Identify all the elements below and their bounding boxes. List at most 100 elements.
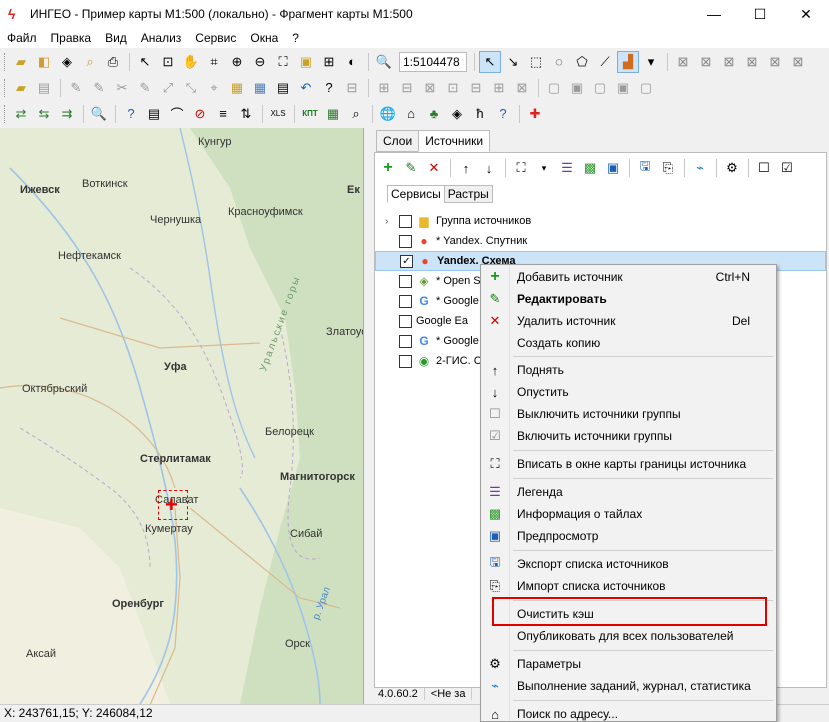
menu-edit[interactable]: ✎ Редактировать — [481, 288, 776, 310]
snap-4-icon[interactable]: ⊠ — [741, 51, 763, 73]
expand-icon[interactable]: › — [385, 216, 399, 227]
object-props-icon[interactable]: ▤ — [33, 77, 55, 99]
tool-j-icon[interactable]: ▣ — [566, 77, 588, 99]
tiles-info-icon[interactable]: ▩ — [579, 157, 601, 179]
snap-1-icon[interactable]: ⊠ — [672, 51, 694, 73]
fit-bounds-toolbar-icon[interactable]: ⛶ — [510, 157, 532, 179]
select-arrow-icon[interactable]: ↖ — [479, 50, 501, 73]
menu-move-down[interactable]: ↓ Опустить — [481, 381, 776, 403]
menu-fit-bounds[interactable]: ⛶ Вписать в окне карты границы источника — [481, 453, 776, 475]
checkbox[interactable] — [399, 234, 412, 248]
snap-5-icon[interactable]: ⊠ — [764, 51, 786, 73]
scale-zoom-icon[interactable]: 🔍 — [373, 51, 395, 73]
edit-2-icon[interactable]: ✎ — [88, 77, 110, 99]
activity-toolbar-icon[interactable]: ⌁ — [689, 157, 711, 179]
menu-tiles-info[interactable]: ▩ Информация о тайлах — [481, 503, 776, 525]
menu-parameters[interactable]: ⚙ Параметры — [481, 653, 776, 675]
checkbox[interactable] — [399, 354, 412, 368]
magnifier-icon[interactable]: 🔍 — [88, 103, 110, 125]
height-icon[interactable]: ħ — [469, 103, 491, 125]
checkbox[interactable] — [399, 274, 412, 288]
menu-import-list[interactable]: ⎘ Импорт списка источников — [481, 575, 776, 597]
dropdown-small-icon[interactable]: ▾ — [533, 157, 555, 179]
snap-3-icon[interactable]: ⊠ — [718, 51, 740, 73]
toolbar-grip-2[interactable] — [4, 78, 7, 97]
zoom-layer-icon[interactable]: ▣ — [295, 51, 317, 73]
style-palette-icon[interactable]: ▟ — [617, 50, 639, 73]
tool-f-icon[interactable]: ⊟ — [465, 77, 487, 99]
xls-export-icon[interactable]: XLS — [267, 103, 289, 125]
menu-preview[interactable]: ▣ Предпросмотр — [481, 525, 776, 547]
menu-help[interactable]: ? — [285, 31, 306, 45]
tool-i-icon[interactable]: ▢ — [543, 77, 565, 99]
select-rect-icon[interactable]: ⬚ — [525, 51, 547, 73]
edit-7-icon[interactable]: ⌖ — [203, 77, 225, 99]
undo-icon[interactable]: ↶ — [295, 77, 317, 99]
query-icon[interactable]: ? — [120, 103, 142, 125]
menu-move-up[interactable]: ↑ Поднять — [481, 359, 776, 381]
checkbox[interactable] — [399, 214, 412, 228]
kpt-icon[interactable]: КПТ — [299, 103, 321, 125]
checkbox[interactable] — [399, 314, 412, 328]
table-icon[interactable]: ▦ — [249, 77, 271, 99]
tool-e-icon[interactable]: ⊡ — [442, 77, 464, 99]
move-up-icon[interactable]: ↑ — [455, 157, 477, 179]
menu-add-source[interactable]: + Добавить источник Ctrl+N — [481, 266, 776, 288]
maximize-button[interactable]: ☐ — [737, 0, 783, 28]
measure-icon[interactable]: ⌒ — [166, 103, 188, 125]
menu-create-copy[interactable]: Создать копию — [481, 332, 776, 354]
layers-icon[interactable]: ◈ — [56, 51, 78, 73]
uncheck-all-icon[interactable]: ☐ — [753, 157, 775, 179]
help-icon[interactable]: ? — [492, 103, 514, 125]
attributes-icon[interactable]: ≡ — [212, 103, 234, 125]
layers-open-icon[interactable]: ◧ — [33, 51, 55, 73]
add-source-icon[interactable]: + — [377, 157, 399, 179]
export-toolbar-icon[interactable]: 🖫 — [634, 157, 656, 179]
edit-1-icon[interactable]: ✎ — [65, 77, 87, 99]
move-1-icon[interactable]: ⇄ — [10, 103, 32, 125]
checkbox[interactable] — [399, 294, 412, 308]
zoom-in-icon[interactable]: ⊕ — [226, 51, 248, 73]
snap-2-icon[interactable]: ⊠ — [695, 51, 717, 73]
search-tool-icon[interactable]: ⌕ — [345, 103, 367, 125]
fill-icon[interactable]: ◐ — [341, 51, 363, 73]
navigate-icon[interactable]: ◈ — [446, 103, 468, 125]
menu-publish-all[interactable]: Опубликовать для всех пользователей — [481, 625, 776, 647]
map-view[interactable]: Кунгур Ижевск Воткинск Чернушка Красноуф… — [0, 128, 364, 704]
tool-k-icon[interactable]: ▢ — [589, 77, 611, 99]
menu-export-list[interactable]: 🖫 Экспорт списка источников — [481, 553, 776, 575]
forbid-icon[interactable]: ⊘ — [189, 103, 211, 125]
find-icon[interactable]: ⌕ — [79, 51, 101, 73]
menu-view[interactable]: Вид — [98, 31, 134, 45]
select-poly-icon[interactable]: ⬠ — [571, 51, 593, 73]
crop-icon[interactable]: ⌗ — [203, 51, 225, 73]
select-line-icon[interactable]: ⟋ — [594, 51, 616, 73]
import-toolbar-icon[interactable]: ⎘ — [657, 157, 679, 179]
select-vertex-icon[interactable]: ↘ — [502, 51, 524, 73]
move-3-icon[interactable]: ⇉ — [56, 103, 78, 125]
menu-legend[interactable]: ☰ Легенда — [481, 481, 776, 503]
delete-source-icon[interactable]: ✕ — [423, 157, 445, 179]
tab-sources[interactable]: Источники — [418, 130, 491, 152]
tool-l-icon[interactable]: ▣ — [612, 77, 634, 99]
minimize-button[interactable]: — — [691, 0, 737, 28]
zoom-out-icon[interactable]: ⊖ — [249, 51, 271, 73]
medical-icon[interactable]: ✚ — [524, 103, 546, 125]
tool-a-icon[interactable]: ⊟ — [341, 77, 363, 99]
edit-5-icon[interactable]: ⤢ — [157, 77, 179, 99]
zoom-selection-icon[interactable]: ⊞ — [318, 51, 340, 73]
preview-toolbar-icon[interactable]: ▣ — [602, 157, 624, 179]
settings-toolbar-icon[interactable]: ⚙ — [721, 157, 743, 179]
tree-item[interactable]: ● * Yandex. Спутник — [375, 231, 826, 251]
tree-item[interactable]: › ▆ Группа источников — [375, 211, 826, 231]
edit-6-icon[interactable]: ⤡ — [180, 77, 202, 99]
globe-icon[interactable]: 🌐 — [377, 103, 399, 125]
menu-tasks-journal[interactable]: ⌁ Выполнение заданий, журнал, статистика — [481, 675, 776, 697]
new-object-icon[interactable]: ▰ — [10, 77, 32, 99]
close-button[interactable]: ✕ — [783, 0, 829, 28]
subtab-rasters[interactable]: Растры — [443, 185, 493, 203]
edit-source-icon[interactable]: ✎ — [400, 157, 422, 179]
pointer-icon[interactable]: ↖ — [134, 51, 156, 73]
checkbox[interactable] — [399, 334, 412, 348]
zoom-extents-icon[interactable]: ⛶ — [272, 51, 294, 73]
